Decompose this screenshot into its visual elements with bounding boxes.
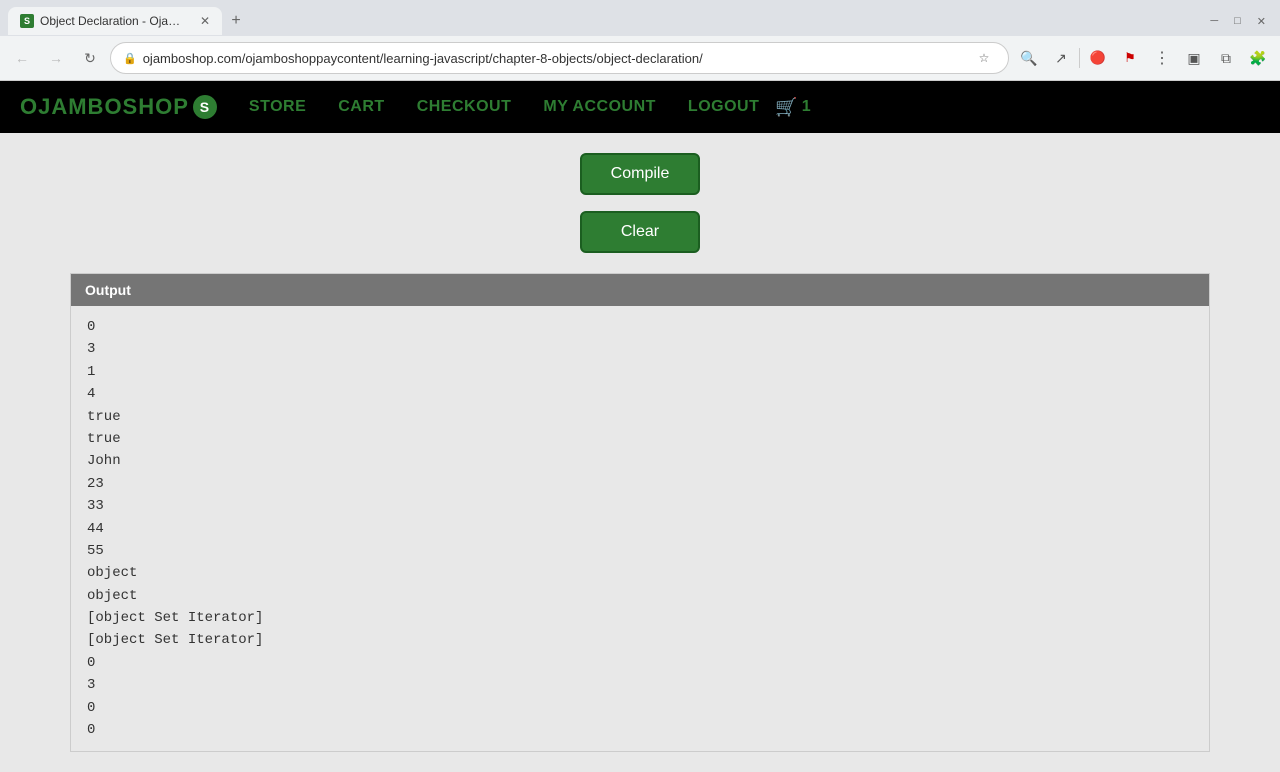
nav-logout[interactable]: LOGOUT bbox=[672, 98, 775, 116]
split-button[interactable]: ⧉ bbox=[1212, 44, 1240, 72]
nav-checkout[interactable]: CHECKOUT bbox=[401, 98, 528, 116]
nav-store[interactable]: STORE bbox=[233, 98, 322, 116]
output-line: 0 bbox=[87, 697, 1193, 719]
sidebar-button[interactable]: ▣ bbox=[1180, 44, 1208, 72]
lock-icon: 🔒 bbox=[123, 52, 137, 65]
nav-cart[interactable]: CART bbox=[322, 98, 400, 116]
minimize-button[interactable]: ─ bbox=[1204, 13, 1224, 30]
main-content: Compile Clear Output 0314truetrueJohn233… bbox=[0, 133, 1280, 772]
shield-button[interactable]: ⚑ bbox=[1116, 44, 1144, 72]
output-body: 0314truetrueJohn23334455objectobject[obj… bbox=[71, 306, 1209, 751]
refresh-button[interactable]: ↻ bbox=[76, 44, 104, 72]
forward-button[interactable]: → bbox=[42, 44, 70, 72]
output-line: 3 bbox=[87, 674, 1193, 696]
output-header: Output bbox=[71, 274, 1209, 306]
output-line: 44 bbox=[87, 518, 1193, 540]
window-controls: ─ □ ✕ bbox=[1204, 13, 1272, 30]
active-tab[interactable]: S Object Declaration - Ojamb... ✕ bbox=[8, 7, 222, 35]
toolbar-separator bbox=[1079, 48, 1080, 68]
output-line: 3 bbox=[87, 338, 1193, 360]
output-line: 0 bbox=[87, 719, 1193, 741]
output-line: John bbox=[87, 450, 1193, 472]
share-button[interactable]: ↗ bbox=[1047, 44, 1075, 72]
bookmark-button[interactable]: ☆ bbox=[972, 46, 996, 70]
address-actions: ☆ bbox=[972, 46, 996, 70]
browser-toolbar: ← → ↻ 🔒 ☆ 🔍 ↗ 🔴 ⚑ ⋮ ▣ ⧉ 🧩 bbox=[0, 36, 1280, 80]
output-line: 4 bbox=[87, 383, 1193, 405]
tab-favicon: S bbox=[20, 14, 34, 28]
cart-icon: 🛒 bbox=[775, 97, 797, 118]
output-line: true bbox=[87, 428, 1193, 450]
extensions-button[interactable]: 🧩 bbox=[1244, 44, 1272, 72]
nav-logo[interactable]: OJAMBOSHOP S bbox=[20, 94, 217, 120]
tab-title: Object Declaration - Ojamb... bbox=[40, 14, 190, 28]
output-line: [object Set Iterator] bbox=[87, 629, 1193, 651]
extension-badge-button[interactable]: 🔴 bbox=[1084, 44, 1112, 72]
address-bar[interactable]: 🔒 ☆ bbox=[110, 42, 1009, 74]
nav-logo-icon: S bbox=[193, 95, 217, 119]
output-line: object bbox=[87, 585, 1193, 607]
nav-cart-icon-area[interactable]: 🛒 1 bbox=[775, 97, 810, 118]
toolbar-right: 🔍 ↗ 🔴 ⚑ ⋮ ▣ ⧉ 🧩 bbox=[1015, 44, 1272, 72]
tab-close-button[interactable]: ✕ bbox=[200, 14, 210, 28]
output-line: 33 bbox=[87, 495, 1193, 517]
url-input[interactable] bbox=[143, 51, 966, 66]
close-button[interactable]: ✕ bbox=[1251, 13, 1272, 30]
maximize-button[interactable]: □ bbox=[1228, 13, 1247, 30]
output-line: 1 bbox=[87, 361, 1193, 383]
output-line: 23 bbox=[87, 473, 1193, 495]
compile-button[interactable]: Compile bbox=[580, 153, 700, 195]
settings-button[interactable]: ⋮ bbox=[1148, 44, 1176, 72]
back-button[interactable]: ← bbox=[8, 44, 36, 72]
output-panel: Output 0314truetrueJohn23334455objectobj… bbox=[70, 273, 1210, 752]
output-line: 0 bbox=[87, 652, 1193, 674]
output-line: [object Set Iterator] bbox=[87, 607, 1193, 629]
output-line: true bbox=[87, 406, 1193, 428]
new-tab-button[interactable]: + bbox=[222, 7, 250, 35]
nav-my-account[interactable]: MY ACCOUNT bbox=[527, 98, 672, 116]
output-line: 0 bbox=[87, 316, 1193, 338]
output-line: 55 bbox=[87, 540, 1193, 562]
clear-button[interactable]: Clear bbox=[580, 211, 700, 253]
site-nav: OJAMBOSHOP S STORE CART CHECKOUT MY ACCO… bbox=[0, 81, 1280, 133]
search-button[interactable]: 🔍 bbox=[1015, 44, 1043, 72]
nav-logo-text: OJAMBOSHOP bbox=[20, 94, 189, 120]
output-line: object bbox=[87, 562, 1193, 584]
browser-chrome: S Object Declaration - Ojamb... ✕ + ─ □ … bbox=[0, 0, 1280, 81]
tab-bar: S Object Declaration - Ojamb... ✕ + ─ □ … bbox=[0, 0, 1280, 36]
cart-count: 1 bbox=[802, 98, 811, 116]
